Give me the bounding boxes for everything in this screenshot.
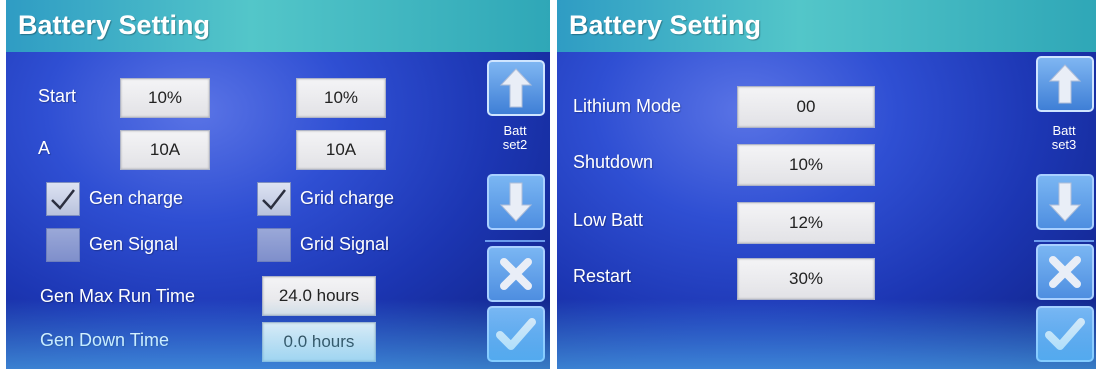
- cancel-button[interactable]: [1036, 244, 1094, 300]
- grid-charge-label: Grid charge: [300, 188, 395, 208]
- gen-max-run-label: Gen Max Run Time: [40, 286, 196, 306]
- rail-divider: [1034, 240, 1094, 242]
- gen-signal-checkbox[interactable]: [46, 228, 80, 262]
- batt-set-label-line2: set3: [1051, 137, 1077, 152]
- check-icon: [262, 189, 286, 210]
- amps-value-field-2[interactable]: 10A: [296, 130, 386, 170]
- rail-divider: [485, 240, 545, 242]
- amps-value-field-1[interactable]: 10A: [120, 130, 210, 170]
- grid-charge-checkbox[interactable]: [257, 182, 291, 216]
- start-label: Start: [38, 86, 77, 106]
- lithium-mode-label: Lithium Mode: [573, 96, 682, 116]
- batt-set-label-line1: Batt: [503, 123, 527, 138]
- gen-charge-checkbox[interactable]: [46, 182, 80, 216]
- side-nav-rail: Batt set3: [1031, 54, 1096, 369]
- page-down-button[interactable]: [487, 174, 545, 230]
- grid-signal-checkbox[interactable]: [257, 228, 291, 262]
- grid-signal-label: Grid Signal: [300, 234, 390, 254]
- arrow-down-icon: [1048, 182, 1082, 222]
- close-icon: [500, 258, 532, 290]
- title-bar: Battery Setting: [557, 0, 1096, 52]
- arrow-down-icon: [499, 182, 533, 222]
- shutdown-field[interactable]: 10%: [737, 144, 875, 186]
- start-value-field-1[interactable]: 10%: [120, 78, 210, 118]
- arrow-up-icon: [1048, 64, 1082, 104]
- shutdown-label: Shutdown: [573, 152, 654, 172]
- confirm-button[interactable]: [487, 306, 545, 362]
- start-value-field-2[interactable]: 10%: [296, 78, 386, 118]
- close-icon: [1049, 256, 1081, 288]
- title-bar: Battery Setting: [6, 0, 550, 52]
- page-up-button[interactable]: [487, 60, 545, 116]
- batt-set-label-line2: set2: [502, 137, 528, 152]
- low-batt-label: Low Batt: [573, 210, 644, 230]
- page-up-button[interactable]: [1036, 56, 1094, 112]
- lithium-mode-field[interactable]: 00: [737, 86, 875, 128]
- battery-setting-screen-right: Battery Setting Lithium Mode 00 Shutdown…: [557, 0, 1096, 369]
- gen-down-time-field[interactable]: 0.0 hours: [262, 322, 376, 362]
- battery-setting-screen-left: Battery Setting Start 10% 10% A 10A 10A …: [6, 0, 550, 369]
- page-down-button[interactable]: [1036, 174, 1094, 230]
- check-icon: [496, 318, 536, 350]
- low-batt-field[interactable]: 12%: [737, 202, 875, 244]
- gen-signal-label: Gen Signal: [89, 234, 179, 254]
- restart-label: Restart: [573, 266, 632, 286]
- amps-label: A: [38, 138, 51, 158]
- confirm-button[interactable]: [1036, 306, 1094, 362]
- check-icon: [1045, 318, 1085, 350]
- page-title: Battery Setting: [569, 10, 762, 40]
- gen-max-run-field[interactable]: 24.0 hours: [262, 276, 376, 316]
- restart-field[interactable]: 30%: [737, 258, 875, 300]
- batt-set-label-line1: Batt: [1052, 123, 1076, 138]
- cancel-button[interactable]: [487, 246, 545, 302]
- page-title: Battery Setting: [18, 10, 211, 40]
- check-icon: [51, 189, 75, 210]
- gen-down-time-label: Gen Down Time: [40, 330, 170, 350]
- gen-charge-label: Gen charge: [89, 188, 184, 208]
- arrow-up-icon: [499, 68, 533, 108]
- side-nav-rail: Batt set2: [482, 54, 548, 369]
